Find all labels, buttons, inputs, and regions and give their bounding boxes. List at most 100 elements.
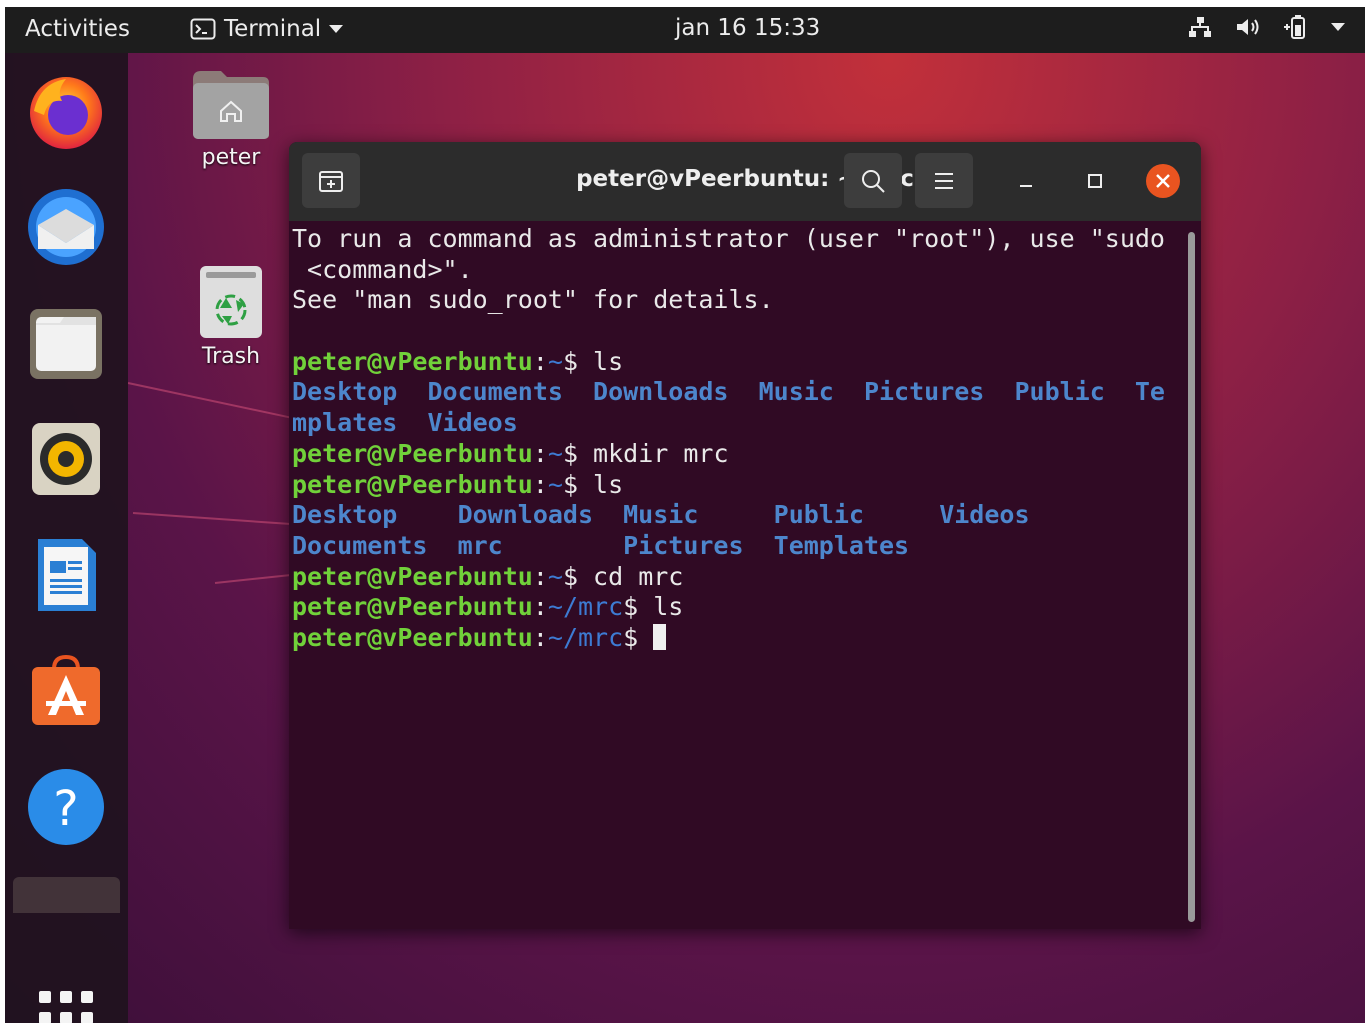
terminal-text: peter@vPeerbuntu: [292, 346, 533, 376]
terminal-text: :: [532, 561, 548, 591]
network-icon: [1189, 17, 1211, 37]
rhythmbox-launcher[interactable]: [26, 419, 106, 499]
app-menu[interactable]: Terminal: [190, 16, 344, 42]
terminal-text: :: [532, 438, 548, 468]
desktop-icon-label: peter: [201, 145, 261, 170]
menu-button[interactable]: [915, 153, 973, 208]
wallpaper-line: [132, 512, 293, 526]
terminal-text: $: [623, 622, 654, 652]
terminal-titlebar[interactable]: peter@vPeerbuntu: ~/mrc: [289, 142, 1201, 221]
battery-icon: [1284, 15, 1305, 39]
terminal-line: peter@vPeerbuntu:~$ ls: [292, 347, 1182, 378]
maximize-icon: [1088, 174, 1102, 188]
terminal-line: To run a command as administrator (user …: [292, 224, 1182, 255]
desktop-screen: Activities Terminal jan 16 15:33 ? peter…: [5, 7, 1365, 1023]
thunderbird-launcher[interactable]: [26, 187, 106, 267]
help-launcher[interactable]: ?: [26, 767, 106, 847]
svg-text:?: ?: [53, 781, 78, 837]
terminal-text: :: [532, 346, 548, 376]
activities-button[interactable]: Activities: [25, 16, 130, 42]
terminal-app-icon: [190, 18, 216, 40]
terminal-line: peter@vPeerbuntu:~/mrc$ ls: [292, 592, 1182, 623]
terminal-text: ~/mrc: [547, 622, 624, 652]
files-launcher[interactable]: [26, 303, 106, 383]
speaker-icon: [32, 423, 100, 495]
thunderbird-icon: [28, 189, 104, 265]
terminal-line: Documents mrc Pictures Templates: [292, 531, 1182, 562]
app-menu-label: Terminal: [224, 16, 322, 42]
chevron-down-icon: [1331, 23, 1345, 31]
terminal-line: See "man sudo_root" for details.: [292, 285, 1182, 316]
software-launcher[interactable]: [26, 651, 106, 731]
firefox-launcher[interactable]: [26, 71, 106, 151]
close-button[interactable]: [1146, 164, 1180, 198]
terminal-text: $ ls: [623, 592, 684, 622]
files-icon: [30, 309, 102, 379]
terminal-text: :: [532, 622, 548, 652]
search-icon: [862, 169, 885, 193]
volume-icon: [1237, 19, 1259, 35]
terminal-text: ~: [547, 438, 563, 468]
terminal-text: peter@vPeerbuntu: [292, 469, 533, 499]
terminal-text: To run a command as administrator (user …: [292, 224, 1165, 253]
desktop-icon-label: Trash: [201, 344, 261, 369]
wallpaper-line: [127, 382, 305, 422]
show-applications-button[interactable]: [39, 991, 93, 1023]
terminal-text: mplates Videos: [292, 408, 518, 438]
terminal-text: :: [532, 469, 548, 499]
terminal-line: Desktop Documents Downloads Music Pictur…: [292, 377, 1182, 408]
dock-scroll-handle: [13, 877, 120, 913]
document-icon: [38, 539, 96, 611]
help-icon: ?: [28, 769, 104, 845]
terminal-line: Desktop Downloads Music Public Videos: [292, 500, 1182, 531]
writer-launcher[interactable]: [26, 535, 106, 615]
system-tray[interactable]: [1187, 15, 1345, 39]
terminal-text: ~: [547, 346, 563, 376]
terminal-text: peter@vPeerbuntu: [292, 561, 533, 591]
terminal-text: ~/mrc: [547, 592, 624, 622]
terminal-text: Desktop Documents Downloads Music Pictur…: [292, 377, 1165, 407]
terminal-text: ~: [547, 561, 563, 591]
trash-icon: [200, 266, 262, 338]
terminal-text: ~: [547, 469, 563, 499]
dock: ?: [5, 53, 128, 1023]
minimize-button[interactable]: [1009, 164, 1043, 198]
text-cursor: [653, 623, 667, 650]
terminal-line: peter@vPeerbuntu:~/mrc$: [292, 623, 1182, 654]
top-bar: Activities Terminal jan 16 15:33: [5, 7, 1365, 53]
terminal-scrollbar[interactable]: [1188, 232, 1195, 922]
close-icon: [1146, 164, 1180, 198]
firefox-icon: [30, 77, 102, 149]
terminal-text: :: [532, 592, 548, 622]
terminal-text: Desktop Downloads Music Public Videos: [292, 500, 1030, 530]
terminal-text: $ ls: [562, 469, 624, 499]
clock[interactable]: jan 16 15:33: [675, 15, 820, 41]
software-store-icon: [32, 654, 100, 725]
desktop-icon-trash[interactable]: Trash: [176, 264, 286, 369]
terminal-text: $ mkdir mrc: [562, 438, 729, 468]
chevron-down-icon: [329, 25, 344, 33]
terminal-window[interactable]: peter@vPeerbuntu: ~/mrc To run a command…: [289, 142, 1201, 929]
terminal-line: peter@vPeerbuntu:~$ mkdir mrc: [292, 439, 1182, 470]
terminal-output[interactable]: To run a command as administrator (user …: [292, 224, 1182, 924]
terminal-text: peter@vPeerbuntu: [292, 438, 533, 468]
terminal-line: mplates Videos: [292, 408, 1182, 439]
terminal-text: $ ls: [562, 346, 624, 376]
hamburger-menu-icon: [935, 172, 953, 189]
window-title: peter@vPeerbuntu: ~/mrc: [576, 166, 914, 192]
terminal-line: peter@vPeerbuntu:~$ ls: [292, 470, 1182, 501]
home-folder-icon: [193, 71, 269, 139]
maximize-button[interactable]: [1078, 164, 1112, 198]
terminal-text: peter@vPeerbuntu: [292, 622, 533, 652]
wallpaper-line: [214, 573, 295, 584]
terminal-text: <command>".: [292, 254, 473, 284]
terminal-text: $ cd mrc: [562, 561, 684, 591]
terminal-text: peter@vPeerbuntu: [292, 592, 533, 622]
search-button[interactable]: [844, 153, 902, 208]
desktop-icon-home[interactable]: peter: [176, 69, 286, 170]
minimize-icon: [1020, 185, 1032, 187]
terminal-line: <command>".: [292, 255, 1182, 286]
terminal-line: peter@vPeerbuntu:~$ cd mrc: [292, 562, 1182, 593]
terminal-text: Documents mrc Pictures Templates: [292, 530, 910, 560]
